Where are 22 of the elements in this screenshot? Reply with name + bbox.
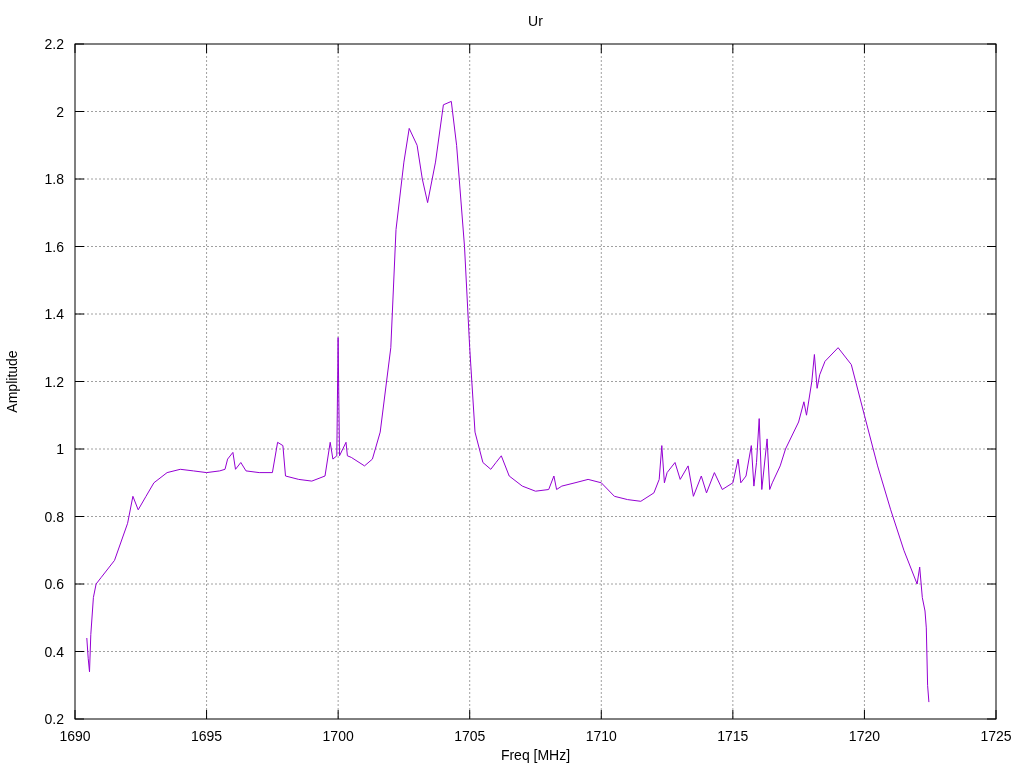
axis-tick-label: 2 [56,103,64,120]
axis-tick-label: 1.6 [44,238,64,255]
axis-tick-label: 0.4 [44,643,64,660]
axis-tick-label: 1.4 [44,306,64,322]
chart-title: Ur [528,13,543,29]
axis-tick-label: 1.8 [44,171,64,187]
axis-tick-label: 0.2 [44,711,64,727]
axis-tick-label: 0.8 [44,508,64,525]
axis-tick-label: 1715 [717,728,749,744]
axis-tick-label: 0.6 [44,576,64,592]
axis-tick-label: 1 [56,441,64,457]
axis-tick-label: 1695 [191,728,223,744]
axis-tick-label: 1.2 [44,373,64,390]
axis-tick-label: 1700 [322,728,354,744]
axis-tick-label: 1710 [585,728,617,744]
axis-tick-label: 1705 [454,728,486,744]
axis-tick-label: 2.2 [44,36,64,52]
axis-tick-label: 1725 [980,728,1012,744]
y-axis-label: Amplitude [4,350,20,413]
axis-tick-label: 1690 [59,728,91,744]
x-axis-label: Freq [MHz] [500,747,571,763]
axis-tick-label: 1720 [848,728,880,744]
